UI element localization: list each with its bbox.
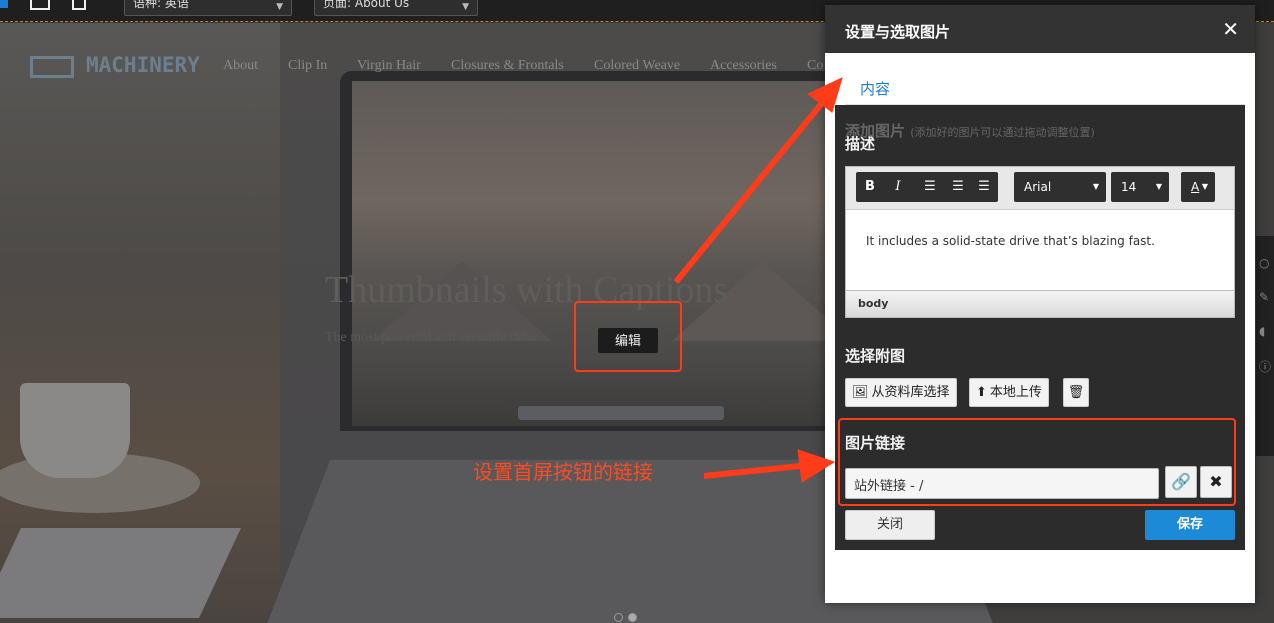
- tab-content[interactable]: 内容: [845, 75, 906, 107]
- bold-button[interactable]: B: [856, 172, 884, 202]
- edit-button[interactable]: 编辑: [598, 328, 658, 353]
- language-select[interactable]: 语种: 英语 ▼: [124, 0, 292, 16]
- nav-item[interactable]: Accessories: [710, 58, 777, 74]
- editor-toolbar: B I ☰ ☰ ☰ Arial ▼ 14 ▼ A ▼: [846, 167, 1234, 210]
- page-select-value: 页面: About Us: [323, 0, 410, 10]
- trash-icon: 🗑: [1067, 385, 1085, 400]
- carousel-dot[interactable]: [614, 613, 623, 622]
- logo-icon: [30, 56, 74, 78]
- align-left-icon[interactable]: ☰: [916, 172, 944, 202]
- local-upload-label: 本地上传: [989, 385, 1042, 400]
- tablet-view-icon[interactable]: [30, 0, 50, 10]
- align-right-icon[interactable]: ☰: [970, 172, 998, 202]
- text-color-icon: A: [1191, 180, 1200, 194]
- toolbar-accent: [0, 0, 8, 8]
- link-highlight-frame: [838, 418, 1236, 506]
- site-logo[interactable]: MACHINERY: [86, 53, 200, 77]
- local-upload-button[interactable]: ⬆ 本地上传: [969, 378, 1049, 407]
- select-from-library-label: 从资料库选择: [871, 385, 950, 400]
- chevron-down-icon: ▼: [1155, 182, 1162, 191]
- rich-text-editor: B I ☰ ☰ ☰ Arial ▼ 14 ▼ A ▼ It includes a…: [845, 166, 1235, 318]
- right-tool-strip: ○ ✎ ◖ ⓘ: [1256, 236, 1274, 456]
- add-image-heading: 添加图片 (添加好的图片可以通过拖动调整位置): [845, 120, 1095, 141]
- image-icon: 🖼: [852, 385, 869, 400]
- nav-item[interactable]: Closures & Frontals: [451, 58, 564, 74]
- circle-icon[interactable]: ○: [1259, 256, 1274, 270]
- delete-button[interactable]: 🗑: [1063, 378, 1089, 407]
- attachment-label: 选择附图: [845, 347, 906, 365]
- text-color-select[interactable]: A ▼: [1181, 172, 1215, 202]
- dock-shape: [518, 406, 724, 420]
- carousel-dot-active[interactable]: [628, 613, 637, 622]
- italic-button[interactable]: I: [884, 172, 912, 202]
- description-label: 描述: [845, 135, 876, 153]
- font-family-select[interactable]: Arial ▼: [1014, 172, 1106, 202]
- carousel-dots[interactable]: [614, 611, 642, 623]
- editor-body[interactable]: It includes a solid-state drive that’s b…: [846, 210, 1234, 290]
- chevron-down-icon: ▼: [1092, 182, 1099, 191]
- nav-item[interactable]: About: [223, 58, 258, 74]
- dialog-header: 设置与选取图片 ✕: [825, 5, 1255, 53]
- edit-icon[interactable]: ✎: [1259, 290, 1274, 304]
- chevron-down-icon: ▼: [462, 2, 469, 12]
- close-icon[interactable]: ✕: [1222, 17, 1239, 41]
- lock-icon[interactable]: ◖: [1259, 324, 1274, 338]
- chevron-down-icon: ▼: [276, 2, 283, 12]
- info-icon[interactable]: ⓘ: [1259, 358, 1274, 375]
- font-size-value: 14: [1121, 180, 1137, 194]
- mobile-view-icon[interactable]: [72, 0, 86, 10]
- language-select-value: 语种: 英语: [133, 0, 189, 10]
- dialog-tabs: 内容: [845, 75, 1245, 107]
- save-button[interactable]: 保存: [1145, 510, 1235, 540]
- nav-item[interactable]: Virgin Hair: [357, 58, 421, 74]
- hero-subtitle: The most powerful and versatile iMac: [325, 330, 539, 345]
- font-family-value: Arial: [1024, 180, 1052, 194]
- upload-icon: ⬆: [976, 385, 987, 400]
- align-center-icon[interactable]: ☰: [944, 172, 972, 202]
- add-image-hint: (添加好的图片可以通过拖动调整位置): [910, 126, 1095, 139]
- select-from-library-button[interactable]: 🖼 从资料库选择: [845, 378, 957, 407]
- nav-item[interactable]: Co: [807, 58, 823, 74]
- coffee-cup-shape: [20, 383, 130, 478]
- annotation-link-hint: 设置首屏按钮的链接: [473, 460, 653, 484]
- laptop-corner-shape: [0, 528, 241, 618]
- nav-item[interactable]: Colored Weave: [594, 58, 680, 74]
- image-settings-dialog: 设置与选取图片 ✕ 内容 添加图片 (添加好的图片可以通过拖动调整位置) 描述 …: [825, 5, 1255, 603]
- dialog-title: 设置与选取图片: [845, 23, 951, 41]
- nav-item[interactable]: Clip In: [288, 58, 327, 74]
- editor-status-path: body: [846, 290, 1234, 317]
- chevron-down-icon: ▼: [1201, 182, 1208, 191]
- format-button-group: B I ☰ ☰ ☰: [856, 172, 998, 202]
- page-select[interactable]: 页面: About Us ▼: [314, 0, 478, 16]
- laptop-screen: [352, 81, 888, 426]
- close-button[interactable]: 关闭: [845, 510, 935, 540]
- font-size-select[interactable]: 14 ▼: [1111, 172, 1169, 202]
